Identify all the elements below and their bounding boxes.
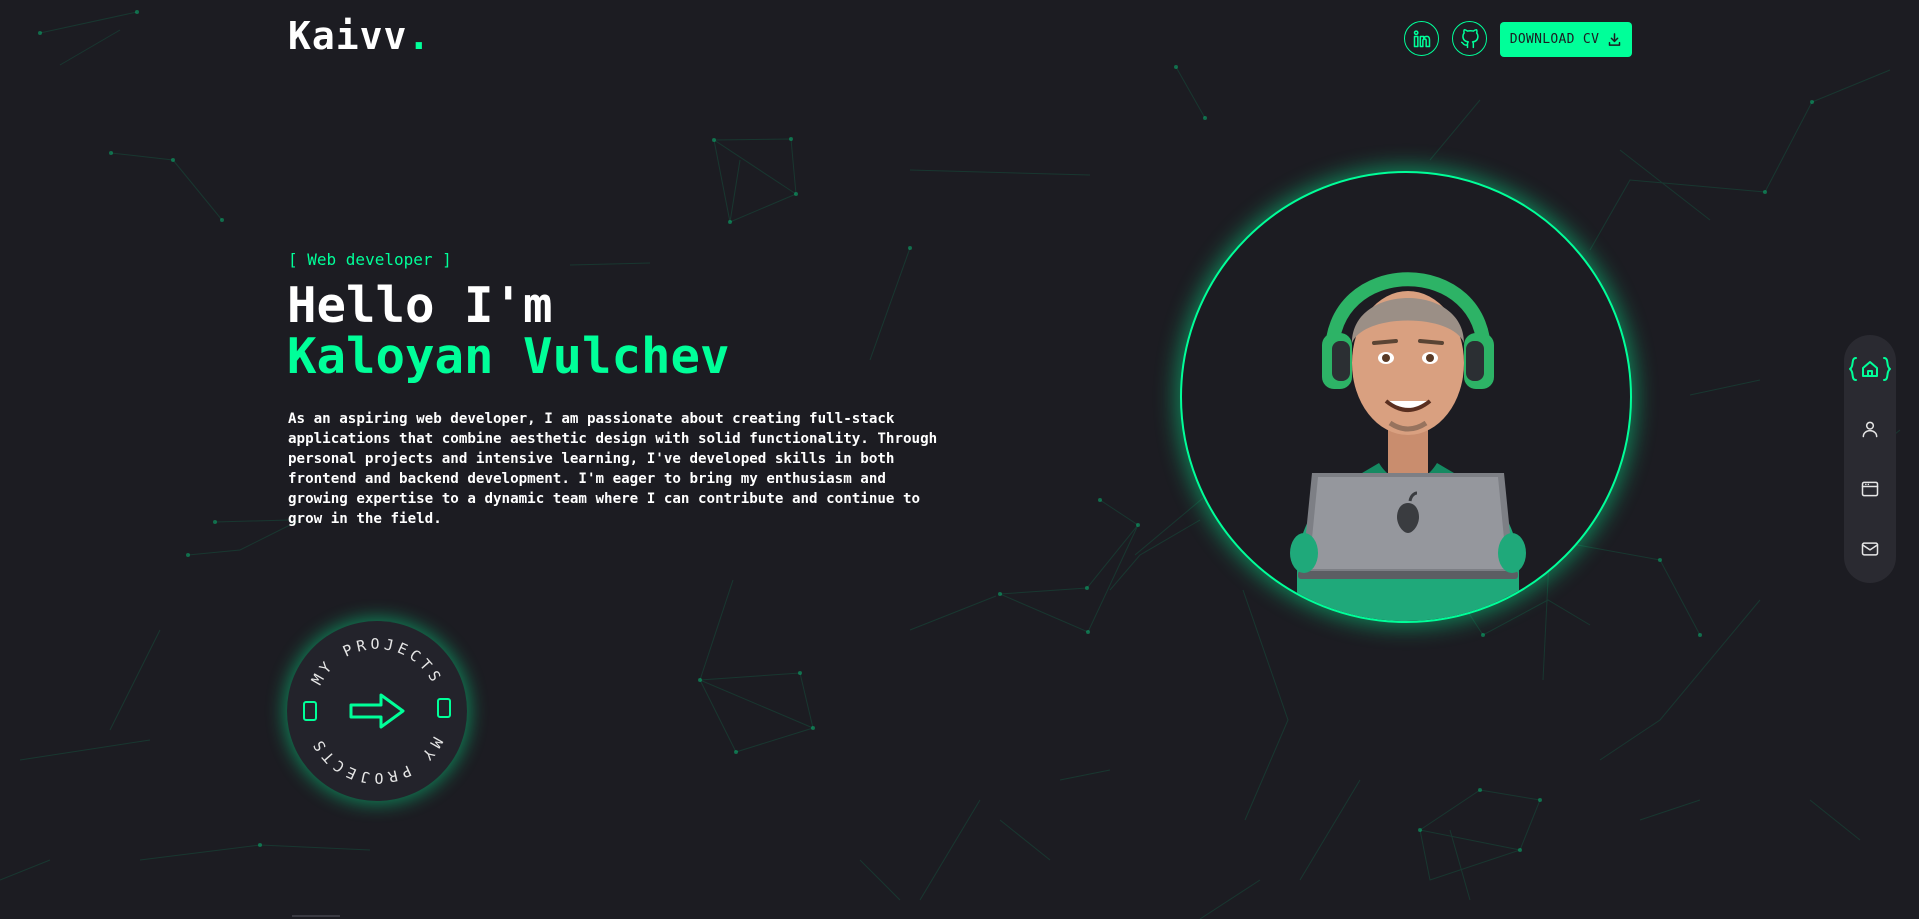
mail-icon — [1861, 542, 1879, 556]
arrow-right-icon — [349, 693, 405, 729]
nav-about[interactable] — [1844, 409, 1896, 449]
nav-contact[interactable] — [1844, 529, 1896, 569]
my-projects-badge[interactable]: MY PROJECTS MY PROJECTS — [287, 621, 467, 801]
logo-dot: . — [407, 14, 432, 58]
hero-greeting: Hello I'm — [287, 277, 553, 334]
browser-window-icon — [1861, 481, 1879, 497]
avatar — [1290, 272, 1526, 621]
code-bracket-icon — [303, 701, 317, 721]
user-icon — [1862, 421, 1878, 438]
linkedin-icon — [1413, 29, 1430, 47]
hero-name: Kaloyan Vulchev — [287, 328, 730, 385]
portrait-frame — [1180, 171, 1632, 623]
hero-bio: As an aspiring web developer, I am passi… — [288, 411, 938, 527]
side-navigation — [1844, 335, 1896, 583]
role-tag: [ Web developer ] — [288, 250, 452, 269]
download-icon — [1608, 33, 1621, 46]
projects-badge-graphic: MY PROJECTS MY PROJECTS — [303, 635, 451, 787]
site-logo[interactable]: Kaivv. — [288, 14, 431, 58]
home-icon — [1849, 357, 1891, 381]
github-button[interactable] — [1452, 21, 1487, 56]
projects-badge-text-top: MY PROJECTS — [308, 635, 447, 688]
code-bracket-icon — [437, 698, 451, 718]
nav-home[interactable] — [1844, 349, 1896, 389]
download-cv-button[interactable]: DOWNLOAD CV — [1500, 22, 1632, 57]
download-cv-label: DOWNLOAD CV — [1509, 32, 1600, 47]
linkedin-button[interactable] — [1404, 21, 1439, 56]
nav-projects[interactable] — [1844, 469, 1896, 509]
hero-heading: Hello I'm Kaloyan Vulchev — [287, 280, 730, 382]
projects-badge-text-bottom: MY PROJECTS — [308, 734, 447, 787]
section-divider — [292, 915, 340, 917]
github-icon — [1460, 28, 1479, 48]
logo-text: Kaivv — [288, 14, 408, 58]
